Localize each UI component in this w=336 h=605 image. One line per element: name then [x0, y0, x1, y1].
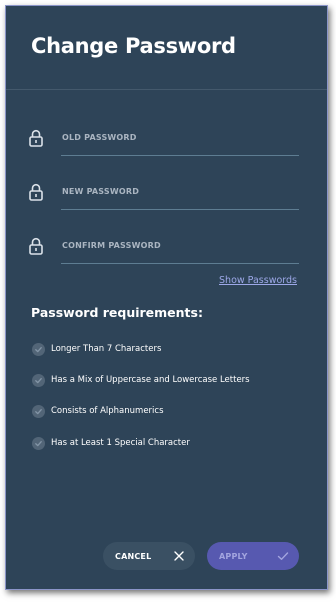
check-circle-icon	[32, 404, 45, 418]
requirement-item: Has at Least 1 Special Character	[32, 436, 190, 450]
title-divider	[6, 89, 327, 90]
requirement-text: Longer Than 7 Characters	[51, 344, 162, 354]
change-password-dialog: Change Password OLD PASSWORD NEW PASSWOR…	[5, 5, 328, 590]
cancel-button-label: CANCEL	[115, 551, 152, 561]
requirement-text: Has a Mix of Uppercase and Lowercase Let…	[51, 375, 250, 385]
requirement-item: Longer Than 7 Characters	[32, 342, 161, 356]
requirement-item: Has a Mix of Uppercase and Lowercase Let…	[32, 373, 250, 387]
apply-button-label: APPLY	[219, 551, 248, 561]
new-password-field[interactable]: NEW PASSWORD	[6, 183, 327, 223]
check-circle-icon	[32, 436, 45, 450]
confirm-password-underline	[61, 263, 299, 264]
apply-button[interactable]: APPLY	[207, 542, 299, 570]
requirements-title: Password requirements:	[31, 305, 203, 320]
checkmark-icon	[277, 552, 289, 560]
new-password-underline	[61, 209, 299, 210]
lock-icon	[29, 129, 43, 147]
old-password-label: OLD PASSWORD	[62, 133, 137, 142]
show-passwords-link[interactable]: Show Passwords	[219, 275, 297, 286]
requirement-text: Has at Least 1 Special Character	[51, 438, 190, 448]
close-icon	[174, 551, 184, 561]
confirm-password-field[interactable]: CONFIRM PASSWORD	[6, 237, 327, 277]
dialog-title: Change Password	[31, 34, 236, 58]
lock-icon	[29, 237, 43, 255]
cancel-button[interactable]: CANCEL	[103, 542, 195, 570]
requirement-item: Consists of Alphanumerics	[32, 404, 164, 418]
new-password-label: NEW PASSWORD	[62, 187, 140, 196]
requirement-text: Consists of Alphanumerics	[51, 406, 164, 416]
lock-icon	[29, 183, 43, 201]
check-circle-icon	[32, 373, 45, 387]
confirm-password-label: CONFIRM PASSWORD	[62, 241, 161, 250]
old-password-underline	[61, 155, 299, 156]
check-circle-icon	[32, 342, 45, 356]
old-password-field[interactable]: OLD PASSWORD	[6, 129, 327, 169]
